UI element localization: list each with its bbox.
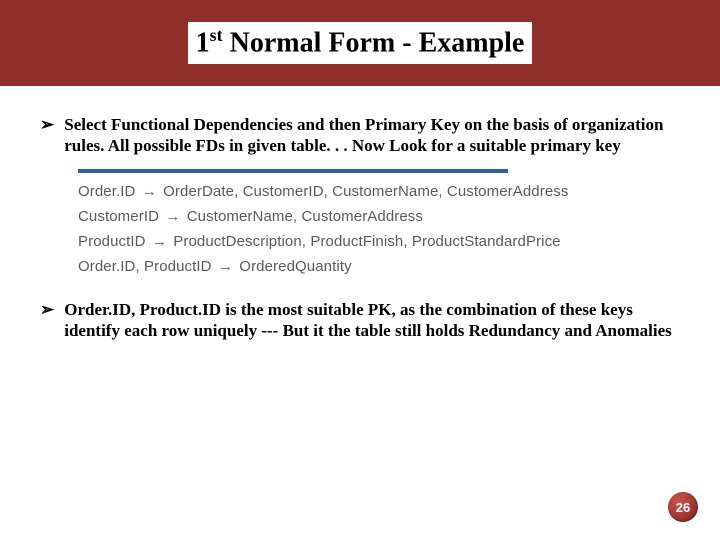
title-prefix: 1: [196, 28, 210, 59]
bullet-item: ➢ Select Functional Dependencies and the…: [32, 114, 688, 157]
title-super: st: [210, 25, 223, 45]
arrow-icon: →: [142, 183, 157, 200]
fd-rhs: CustomerName, CustomerAddress: [187, 208, 423, 225]
slide-title: 1st Normal Form - Example: [188, 22, 533, 63]
arrow-icon: →: [218, 258, 233, 275]
fd-rhs: ProductDescription, ProductFinish, Produ…: [173, 233, 560, 250]
functional-dependencies-block: Order.ID → OrderDate, CustomerID, Custom…: [78, 169, 598, 275]
fd-line: Order.ID, ProductID → OrderedQuantity: [78, 258, 598, 275]
fd-rhs: OrderDate, CustomerID, CustomerName, Cus…: [163, 183, 568, 200]
page-number-badge: 26: [668, 492, 698, 522]
page-number: 26: [676, 500, 690, 515]
fd-lhs: Order.ID, ProductID: [78, 258, 212, 275]
title-rest: Normal Form - Example: [223, 28, 525, 59]
bullet-item: ➢ Order.ID, Product.ID is the most suita…: [32, 299, 688, 342]
bullet-text: Order.ID, Product.ID is the most suitabl…: [64, 299, 688, 342]
title-bar: 1st Normal Form - Example: [0, 0, 720, 86]
divider: [78, 169, 508, 173]
fd-lhs: ProductID: [78, 233, 146, 250]
fd-rhs: OrderedQuantity: [239, 258, 351, 275]
fd-lhs: Order.ID: [78, 183, 135, 200]
arrow-icon: →: [165, 208, 180, 225]
bullet-marker-icon: ➢: [40, 114, 54, 157]
bullet-text: Select Functional Dependencies and then …: [64, 114, 688, 157]
content-area: ➢ Select Functional Dependencies and the…: [0, 86, 720, 341]
bullet-marker-icon: ➢: [40, 299, 54, 342]
fd-line: CustomerID → CustomerName, CustomerAddre…: [78, 208, 598, 225]
fd-line: ProductID → ProductDescription, ProductF…: [78, 233, 598, 250]
fd-lhs: CustomerID: [78, 208, 159, 225]
fd-line: Order.ID → OrderDate, CustomerID, Custom…: [78, 183, 598, 200]
arrow-icon: →: [152, 233, 167, 250]
